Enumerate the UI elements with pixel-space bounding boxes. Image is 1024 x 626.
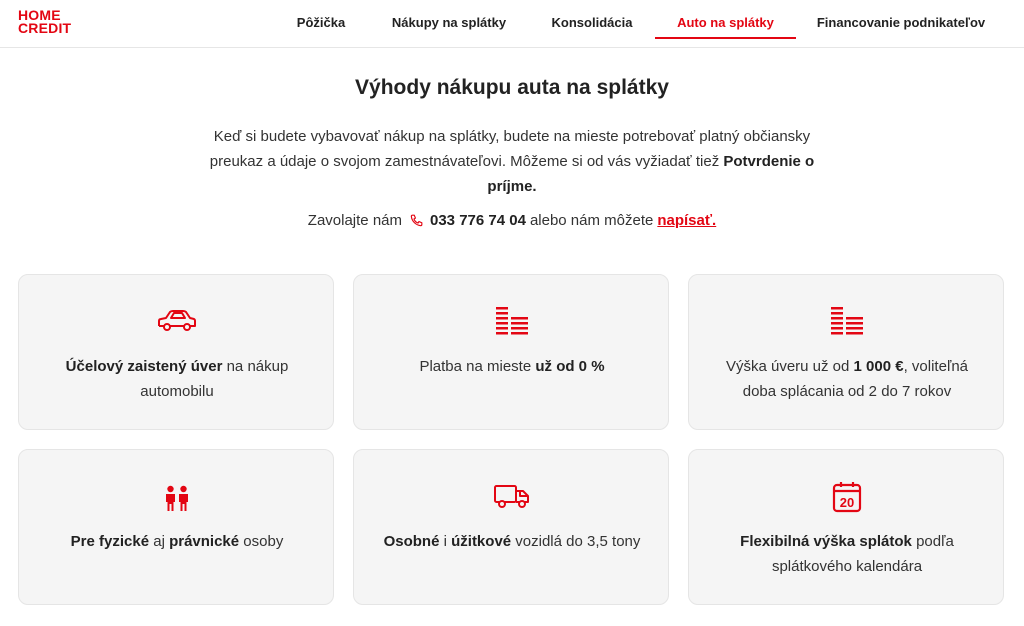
active-tab-underline (655, 37, 796, 39)
card-mid: aj (149, 533, 170, 550)
nav-item-financovanie-podnikatelov[interactable]: Financovanie podnikateľov (812, 0, 990, 45)
header: HOME CREDIT Pôžička Nákupy na splátky Ko… (0, 0, 1024, 48)
card-text: Osobné i úžitkové vozidlá do 3,5 tony (374, 529, 650, 554)
card-bold2: právnické (169, 533, 240, 550)
intro-text: Keď si budete vybavovať nákup na splátky… (209, 128, 811, 170)
card-mid: i (439, 533, 452, 550)
phone-icon (408, 213, 424, 229)
phone-number[interactable]: 033 776 74 04 (430, 212, 526, 229)
write-us-link[interactable]: napísať. (657, 212, 716, 229)
section-title: Výhody nákupu auta na splátky (355, 76, 669, 99)
nav-item-konsolidacia[interactable]: Konsolidácia (546, 0, 638, 45)
people-icon (19, 485, 335, 511)
nav-item-nakupy-na-splatky[interactable]: Nákupy na splátky (388, 0, 510, 45)
card-bold2: úžitkové (451, 533, 512, 550)
home-credit-logo[interactable]: HOME CREDIT (18, 8, 72, 36)
benefit-card: Výška úveru už od 1 000 €, voliteľná dob… (688, 274, 1004, 430)
card-text: Výška úveru už od 1 000 €, voliteľná dob… (709, 354, 985, 404)
card-bold: 1 000 € (853, 358, 904, 375)
card-pre: Platba na mieste (419, 358, 536, 375)
bars-icon (689, 307, 1005, 337)
card-rest: vozidlá do 3,5 tony (511, 533, 641, 550)
card-rest: osoby (239, 533, 284, 550)
contact-prefix: Zavolajte nám (307, 212, 402, 229)
contact-middle: alebo nám môžete (529, 212, 654, 229)
benefit-card: 20 Flexibilná výška splátok podľa splátk… (688, 449, 1004, 605)
card-bold: Flexibilná výška splátok (740, 533, 912, 550)
card-bold: Pre fyzické (70, 533, 150, 550)
card-bold: už od 0 % (535, 358, 605, 375)
car-icon (19, 309, 335, 333)
benefit-card: Pre fyzické aj právnické osoby (18, 449, 334, 605)
benefit-card: Osobné i úžitkové vozidlá do 3,5 tony (353, 449, 669, 605)
contact-line: Zavolajte nám 033 776 74 04 alebo nám mô… (0, 212, 1024, 229)
card-text: Flexibilná výška splátok podľa splátkové… (709, 529, 985, 579)
card-text: Pre fyzické aj právnické osoby (39, 529, 315, 554)
bars-icon (354, 307, 670, 337)
card-bold: Účelový zaistený úver (65, 358, 223, 375)
card-pre: Výška úveru už od (725, 358, 854, 375)
calendar-icon-day: 20 (840, 495, 854, 510)
logo-line2: CREDIT (18, 20, 72, 36)
truck-icon (354, 484, 670, 510)
calendar-icon: 20 (689, 481, 1005, 513)
card-bold: Osobné (383, 533, 440, 550)
intro-paragraph: Keď si budete vybavovať nákup na splátky… (200, 124, 824, 199)
nav-item-pozicka[interactable]: Pôžička (290, 0, 352, 45)
intro-end: . (532, 178, 537, 195)
benefit-card: Platba na mieste už od 0 % (353, 274, 669, 430)
benefit-card: Účelový zaistený úver na nákup automobil… (18, 274, 334, 430)
card-text: Platba na mieste už od 0 % (374, 354, 650, 379)
card-text: Účelový zaistený úver na nákup automobil… (39, 354, 315, 404)
